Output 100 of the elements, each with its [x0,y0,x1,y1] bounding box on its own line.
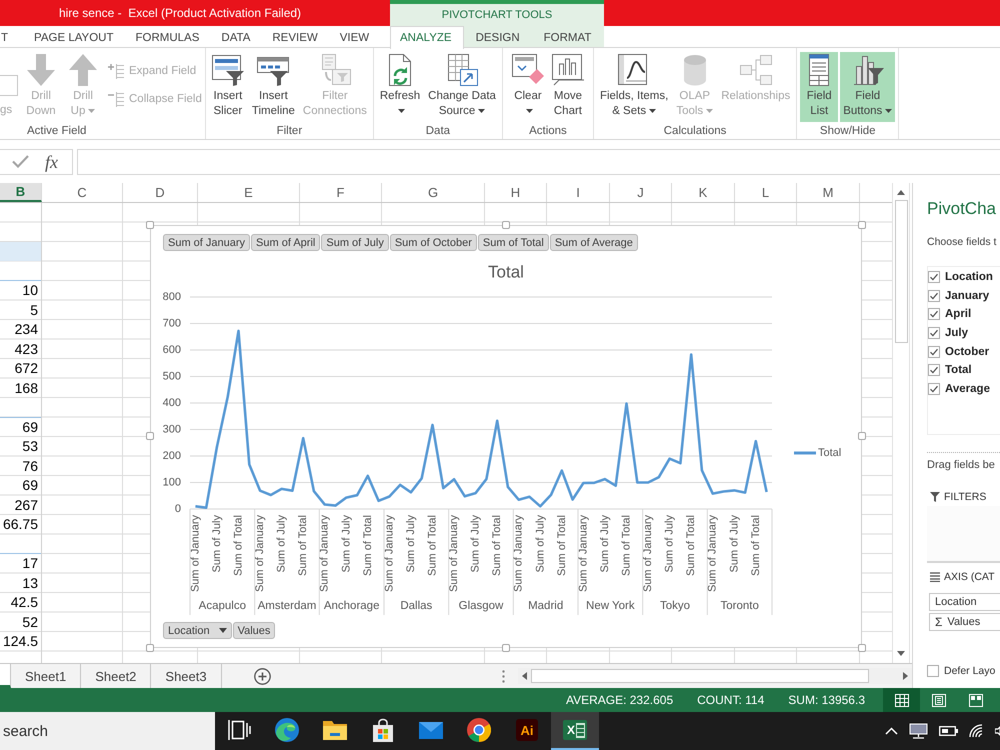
field-button[interactable]: Values [232,622,276,639]
table-cell-text: 76 [21,456,39,476]
monitor-icon[interactable] [909,723,928,739]
ribbon-button[interactable]: Change Data Source [425,52,499,122]
table-cell-text: 53 [21,437,39,456]
column-header[interactable]: D [123,183,198,202]
table-cell-text: 423 [14,340,39,358]
ribbon-button[interactable]: Move Chart [548,52,587,122]
resize-handle[interactable] [502,644,510,652]
column-header[interactable]: G [382,183,485,202]
ribbon-tab[interactable]: VIEW [328,26,380,48]
defer-label[interactable]: Defer Layo [944,665,996,677]
tricolor-circle-icon [467,718,491,742]
resize-handle[interactable] [858,644,866,652]
checkbox[interactable] [928,364,940,376]
area-field[interactable]: Location [929,593,1000,611]
page-break-icon [968,694,982,706]
field-label[interactable]: July [945,327,968,340]
column-header[interactable]: K [672,183,735,202]
search-field[interactable]: search [0,712,215,750]
resize-handle[interactable] [502,221,510,229]
scroll-thumb[interactable] [530,669,869,683]
view-button[interactable] [883,688,920,712]
checkbox[interactable] [928,327,940,340]
field-label[interactable]: April [945,308,972,320]
window-title: hire sence - Excel (Product Activation Failed) [58,6,302,20]
resize-handle[interactable] [858,221,866,229]
ribbon-tab[interactable]: T [0,26,24,48]
wifi-icon[interactable] [969,724,984,738]
field-label[interactable]: January [945,290,990,302]
field-label[interactable]: Location [945,271,993,284]
area-label: AXIS (CAT [944,571,995,583]
checkbox[interactable] [927,665,939,677]
field-button[interactable]: Sum of Average [550,234,638,251]
resize-handle[interactable] [146,432,154,440]
ribbon-tab[interactable]: DESIGN [464,26,532,48]
ribbon-tab[interactable]: PAGE LAYOUT [23,26,124,48]
speaker-icon[interactable] [995,724,1000,738]
sheet-tab[interactable] [0,664,11,688]
checkbox[interactable] [928,271,940,284]
checkbox[interactable] [928,290,940,302]
formula-input[interactable] [77,148,1000,174]
y-axis-label: 300 [162,424,181,436]
column-header[interactable]: M [797,183,860,202]
scroll-thumb[interactable] [894,200,908,343]
taskbar-button[interactable]: X [551,712,599,750]
column-header[interactable]: C [42,183,123,202]
column-header[interactable]: J [610,183,672,202]
field-button[interactable]: Location [163,622,232,639]
ribbon-button[interactable]: Insert Timeline [248,52,298,122]
field-button[interactable]: Sum of Total [478,234,549,251]
function-button[interactable]: fx [45,152,58,172]
check-icon[interactable] [12,155,29,168]
field-label[interactable]: Average [945,382,990,395]
field-button[interactable]: Sum of July [321,234,389,251]
scroll-up-icon[interactable] [897,190,905,195]
field-label[interactable]: Total [945,364,972,376]
x-axis-group-label: Dallas [400,600,432,612]
sheet-grid[interactable] [0,203,892,663]
ribbon-button[interactable]: Clear [508,52,547,122]
field-button[interactable]: Sum of October [390,234,477,251]
ribbon-button[interactable]: Field Buttons [840,52,896,122]
ribbon-button[interactable]: Refresh [376,52,424,122]
field-label[interactable]: October [945,346,990,358]
group-label: Show/Hide [820,124,876,136]
taskbar-button[interactable]: Ai [503,712,551,750]
column-header[interactable]: B [0,183,42,202]
ribbon-tab[interactable]: FORMAT [532,26,604,48]
ribbon-button[interactable]: Field List [800,52,838,122]
ribbon-tab[interactable]: REVIEW [261,26,329,48]
area-field[interactable]: Σ Values [929,613,1000,631]
scroll-down-icon[interactable] [897,651,905,656]
add-sheet-button[interactable] [254,668,271,684]
column-header[interactable]: I [547,183,610,202]
column-header[interactable]: L [735,183,797,202]
checkbox[interactable] [928,346,940,358]
scroll-right-icon[interactable] [903,672,908,680]
chevron-up-icon[interactable] [885,727,898,735]
ribbon-tab[interactable]: FORMULAS [124,26,210,48]
chart-area[interactable] [150,225,862,648]
battery-icon[interactable] [939,726,958,736]
checkbox[interactable] [928,382,940,395]
drag-handle-icon[interactable] [502,670,505,682]
scroll-left-icon[interactable] [522,672,527,680]
ribbon-tab[interactable]: ANALYZE [390,26,464,49]
active-field-input[interactable] [0,75,18,96]
resize-handle[interactable] [146,221,154,229]
ribbon-button[interactable]: Insert Slicer [208,52,247,122]
field-button[interactable]: Sum of April [251,234,320,251]
resize-handle[interactable] [146,644,154,652]
column-header[interactable]: E [198,183,300,202]
vertical-scrollbar[interactable] [892,183,910,663]
field-button[interactable]: Sum of January [163,234,250,251]
ribbon-button[interactable]: Fields, Items, & Sets [596,52,672,122]
column-header[interactable]: H [485,183,547,202]
column-header[interactable]: F [300,183,382,202]
ribbon-tab[interactable]: DATA [210,26,262,48]
table-cell-text: 69 [21,476,39,495]
checkbox[interactable] [928,308,940,320]
resize-handle[interactable] [858,432,866,440]
